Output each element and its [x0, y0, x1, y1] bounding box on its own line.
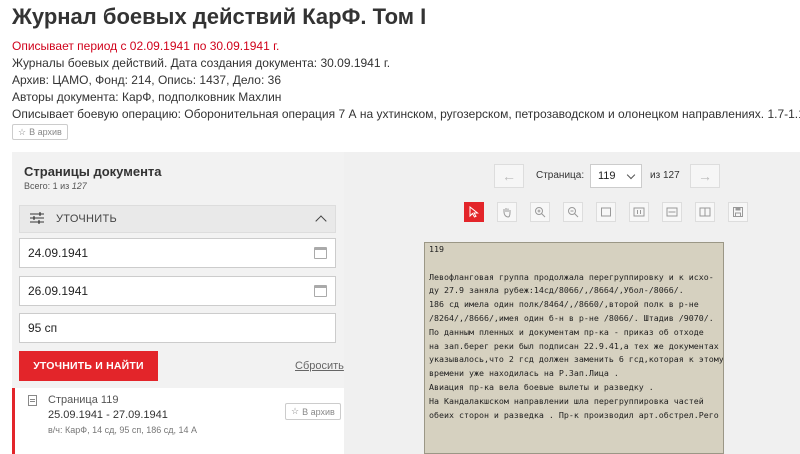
actual-size-button[interactable] — [629, 202, 649, 222]
reset-link[interactable]: Сбросить — [295, 360, 344, 372]
scan-line: Левофланговая группа продолжала перегруп… — [429, 271, 714, 282]
scan-line: 119 — [429, 244, 444, 254]
result-units: в/ч: КарФ, 14 сд, 95 сп, 186 сд, 14 А — [48, 425, 198, 435]
sidebar-title: Страницы документа — [24, 164, 162, 179]
scan-text: 119 Левофланговая группа продолжала пере… — [425, 243, 724, 422]
total-count: 127 — [71, 181, 87, 191]
fit-page-button[interactable] — [596, 202, 616, 222]
star-icon: ☆ — [18, 126, 27, 137]
filter-sliders-icon — [30, 211, 44, 227]
fit-width-icon — [666, 207, 678, 217]
period-text: Описывает период с 02.09.1941 по 30.09.1… — [12, 39, 280, 53]
date-to-value: 26.09.1941 — [28, 284, 89, 298]
save-button[interactable] — [728, 202, 748, 222]
page-label: Страница: — [536, 170, 585, 181]
next-page-button[interactable]: → — [690, 164, 720, 188]
result-add-to-archive-button[interactable]: ☆ В архив — [285, 403, 341, 420]
page-total: из 127 — [650, 170, 680, 181]
result-list-item[interactable]: Страница 119 25.09.1941 - 27.09.1941 в/ч… — [12, 388, 344, 454]
total-prefix: Всего: 1 из — [24, 181, 72, 191]
sidebar-header: Страницы документа Всего: 1 из 127 — [24, 164, 162, 191]
calendar-icon[interactable] — [314, 285, 327, 297]
date-from-value: 24.09.1941 — [28, 246, 89, 260]
add-to-archive-label: В архив — [29, 127, 62, 137]
date-from-input[interactable]: 24.09.1941 — [19, 238, 336, 268]
cursor-icon — [469, 206, 479, 218]
archive-text: Архив: ЦАМО, Фонд: 214, Опись: 1437, Дел… — [12, 73, 281, 87]
prev-page-button[interactable]: ← — [494, 164, 524, 188]
pages-sidebar: Страницы документа Всего: 1 из 127 УТОЧН… — [12, 152, 344, 454]
fit-width-button[interactable] — [662, 202, 682, 222]
result-page: Страница 119 — [48, 394, 119, 406]
document-scan-image[interactable]: 119 Левофланговая группа продолжала пере… — [424, 242, 724, 454]
scan-line: на зап.берег реки был подписан 22.9.41,а… — [429, 340, 719, 351]
pan-tool-button[interactable] — [497, 202, 517, 222]
result-dates: 25.09.1941 - 27.09.1941 — [48, 409, 168, 421]
pointer-tool-button[interactable] — [464, 202, 484, 222]
scan-line: По данным пленных и документам пр-ка - п… — [429, 326, 704, 337]
scan-line: /8264/,/8666/,имея один б-н в р-не /8066… — [429, 312, 714, 323]
sidebar-total: Всего: 1 из 127 — [24, 181, 162, 191]
page-select[interactable]: 119 — [590, 164, 642, 188]
scan-line: Авиация пр-ка вела боевые вылеты и разве… — [429, 381, 654, 392]
scan-line — [429, 257, 721, 271]
refine-label: УТОЧНИТЬ — [56, 213, 118, 225]
operation-text: Описывает боевую операцию: Оборонительна… — [12, 107, 800, 121]
actual-size-icon — [633, 207, 645, 217]
viewer-toolbar — [344, 202, 800, 224]
zoom-out-button[interactable] — [563, 202, 583, 222]
chevron-up-icon — [315, 215, 327, 227]
result-add-to-archive-label: В архив — [302, 406, 335, 417]
scan-line: времени уже находилась на Р.Зап.Лица . — [429, 368, 619, 379]
book-icon — [699, 207, 711, 217]
zoom-out-icon — [568, 207, 579, 218]
document-viewer: ← Страница: 119 из 127 → 119 Левофлангов… — [344, 152, 800, 454]
save-icon — [733, 207, 743, 217]
document-icon — [28, 395, 37, 406]
page-navigator: ← Страница: 119 из 127 → — [344, 164, 800, 188]
scan-line: ду 27.9 заняла рубеж:14сд/8066/,/8664/,У… — [429, 285, 684, 296]
scan-line: На Кандалакшском направлении шла перегру… — [429, 395, 704, 406]
zoom-in-icon — [535, 207, 546, 218]
star-icon: ☆ — [291, 406, 300, 416]
zoom-in-button[interactable] — [530, 202, 550, 222]
authors-text: Авторы документа: КарФ, подполковник Мах… — [12, 90, 282, 104]
arrow-right-icon: → — [698, 168, 712, 184]
refine-toggle[interactable]: УТОЧНИТЬ — [19, 205, 336, 233]
chevron-down-icon — [626, 170, 636, 179]
scan-line: указывалось,что 2 гсд должен заменить 6 … — [429, 354, 724, 365]
fit-page-icon — [601, 207, 611, 217]
add-to-archive-button[interactable]: ☆ В архив — [12, 124, 68, 140]
search-value: 95 сп — [28, 321, 58, 335]
scan-line: 186 сд имела один полк/8464/,/8660/,втор… — [429, 299, 699, 310]
arrow-left-icon: ← — [502, 168, 516, 184]
two-page-button[interactable] — [695, 202, 715, 222]
date-to-input[interactable]: 26.09.1941 — [19, 276, 336, 306]
search-input[interactable]: 95 сп — [19, 313, 336, 343]
page-title: Журнал боевых действий КарФ. Том I — [12, 4, 427, 29]
hand-icon — [503, 208, 511, 218]
doc-type-text: Журналы боевых действий. Дата создания д… — [12, 56, 391, 70]
page-select-value: 119 — [598, 170, 616, 182]
scan-line: обеих сторон и разведка . Пр-к производи… — [429, 409, 719, 420]
calendar-icon[interactable] — [314, 247, 327, 259]
apply-search-button[interactable]: УТОЧНИТЬ И НАЙТИ — [19, 351, 158, 381]
